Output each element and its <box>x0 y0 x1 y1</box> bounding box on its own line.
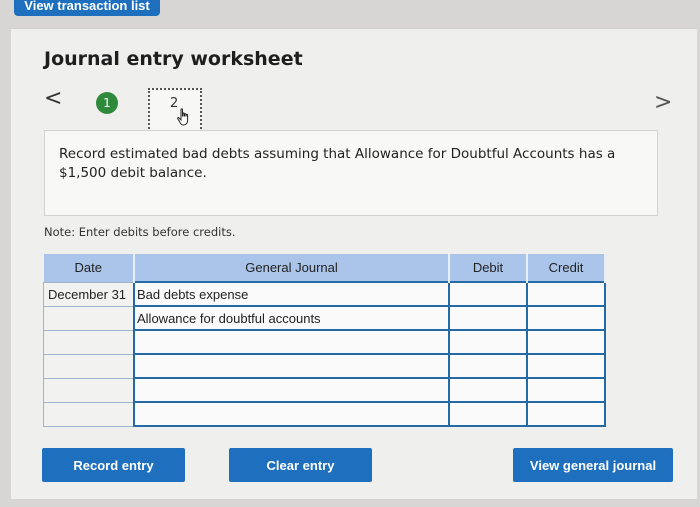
table-row <box>43 353 606 379</box>
date-cell[interactable]: December 31 <box>43 281 135 307</box>
page-title: Journal entry worksheet <box>44 48 303 70</box>
account-cell[interactable]: Allowance for doubtful accounts <box>133 305 450 331</box>
journal-header-row: Date General Journal Debit Credit <box>43 254 606 282</box>
debit-input[interactable] <box>448 353 528 379</box>
table-row: Allowance for doubtful accounts <box>43 305 606 331</box>
journal-table: Date General Journal Debit Credit Decemb… <box>43 254 606 427</box>
date-cell[interactable] <box>43 353 135 379</box>
account-cell[interactable] <box>133 377 450 403</box>
date-value: December 31 <box>48 286 127 302</box>
account-cell[interactable]: Bad debts expense <box>133 281 450 307</box>
debit-input[interactable] <box>448 377 528 403</box>
clear-entry-button[interactable]: Clear entry <box>229 448 372 482</box>
credit-input[interactable] <box>526 305 606 331</box>
table-row <box>43 401 606 427</box>
date-cell[interactable] <box>43 329 135 355</box>
debit-column-header: Debit <box>449 254 528 282</box>
date-cell[interactable] <box>43 377 135 403</box>
debit-input[interactable] <box>448 281 528 307</box>
credit-input[interactable] <box>526 401 606 427</box>
instruction-text: Record estimated bad debts assuming that… <box>44 130 658 216</box>
date-column-header: Date <box>43 254 135 282</box>
view-transaction-list-tab[interactable]: View transaction list <box>14 0 160 16</box>
step-1-indicator[interactable]: 1 <box>96 92 118 114</box>
credit-input[interactable] <box>526 377 606 403</box>
credit-input[interactable] <box>526 353 606 379</box>
credit-input[interactable] <box>526 281 606 307</box>
record-entry-button[interactable]: Record entry <box>42 448 185 482</box>
table-row <box>43 329 606 355</box>
next-step-button[interactable]: > <box>654 92 672 114</box>
account-cell[interactable] <box>133 401 450 427</box>
debit-input[interactable] <box>448 305 528 331</box>
previous-step-button[interactable]: < <box>44 88 62 110</box>
account-cell[interactable] <box>133 353 450 379</box>
date-cell[interactable] <box>43 305 135 331</box>
credit-input[interactable] <box>526 329 606 355</box>
hand-pointer-icon <box>176 108 192 130</box>
credit-column-header: Credit <box>527 254 606 282</box>
view-general-journal-button[interactable]: View general journal <box>513 448 673 482</box>
table-row <box>43 377 606 403</box>
debit-input[interactable] <box>448 401 528 427</box>
general-journal-column-header: General Journal <box>134 254 450 282</box>
table-row: December 31 Bad debts expense <box>43 281 606 307</box>
date-cell[interactable] <box>43 401 135 427</box>
account-cell[interactable] <box>133 329 450 355</box>
note-text: Note: Enter debits before credits. <box>44 225 236 239</box>
debit-input[interactable] <box>448 329 528 355</box>
account-value: Bad debts expense <box>137 286 249 302</box>
account-value: Allowance for doubtful accounts <box>137 310 321 326</box>
step-2-indicator[interactable]: 2 <box>148 88 202 132</box>
